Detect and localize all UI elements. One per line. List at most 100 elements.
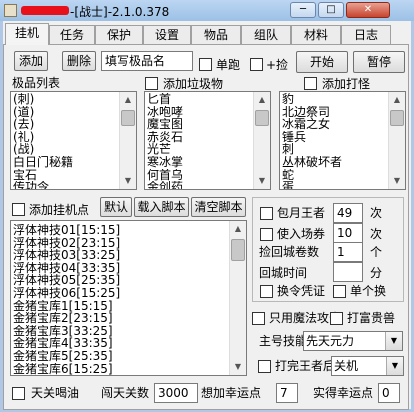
clear-script-button[interactable]: 清空脚本 [191,197,246,217]
list-item[interactable]: 刺 [282,143,387,156]
minimize-button[interactable]: ─ [290,2,316,18]
trash-scrollbar[interactable]: ▲ ▼ [253,92,270,189]
scroll-up-icon[interactable]: ▲ [120,92,136,108]
monster-scrollbar[interactable]: ▲ ▼ [388,92,405,189]
trash-checkbox[interactable] [145,77,158,90]
list-item[interactable]: 金猪宝库3[33:25] [13,325,228,338]
tab-protect[interactable]: 保护 [95,25,143,45]
list-item[interactable]: (礼) [13,131,118,144]
list-item[interactable]: 冰咆哮 [147,106,252,119]
scroll-thumb[interactable] [231,239,245,261]
list-item[interactable]: 锤兵 [282,131,387,144]
close-button[interactable]: ✕ [346,2,390,18]
scroll-down-icon[interactable]: ▼ [120,173,136,189]
tab-log[interactable]: 日志 [341,25,391,45]
kill-king-checkbox[interactable] [258,360,271,373]
monster-checkbox[interactable] [304,77,317,90]
list-item[interactable]: 浮体神技05[25:35] [13,274,228,287]
scroll-up-icon[interactable]: ▲ [254,92,270,108]
list-item[interactable]: 寒冰掌 [147,156,252,169]
list-item[interactable]: 蛇 [282,169,387,182]
scroll-thumb[interactable] [390,110,404,126]
list-item[interactable]: 匕首 [147,93,252,106]
list-item[interactable]: 浮体神技03[33:25] [13,249,228,262]
no-potion-checkbox[interactable] [12,387,25,400]
start-button[interactable]: 开始 [296,51,348,73]
single-switch-checkbox[interactable] [333,285,346,298]
main-skill-select[interactable]: 先天元力 ▼ [303,331,403,351]
pass-days-input[interactable]: 3000 [154,383,198,403]
scroll-thumb[interactable] [121,110,135,126]
add-button[interactable]: 添加 [14,51,48,71]
list-item[interactable]: (战) [13,143,118,156]
list-item[interactable]: 魔宝图 [147,118,252,131]
list-item[interactable]: 浮体神技01[15:15] [13,224,228,237]
tab-items[interactable]: 物品 [191,25,241,45]
list-item[interactable]: 丛林破坏者 [282,156,387,169]
chevron-down-icon[interactable]: ▼ [386,357,403,375]
list-item[interactable]: 北边祭司 [282,106,387,119]
list-item[interactable]: 何首乌 [147,169,252,182]
list-item[interactable]: 金猪宝库5[25:35] [13,350,228,363]
tab-team[interactable]: 组队 [241,25,291,45]
scroll-down-icon[interactable]: ▼ [230,359,246,375]
chevron-down-icon[interactable]: ▼ [385,332,402,350]
list-item[interactable]: 浮体神技04[33:35] [13,262,228,275]
script-listbox[interactable]: 浮体神技01[15:15] 浮体神技02[23:15] 浮体神技03[33:25] 浮… [10,220,247,376]
list-item[interactable]: 金创药 [147,181,252,189]
return-time-input[interactable] [333,262,363,282]
use-ticket-input[interactable]: 10 [333,223,363,243]
use-ticket-checkbox[interactable] [260,228,273,241]
luck-input[interactable]: 7 [276,383,298,403]
list-item[interactable]: 豹 [282,93,387,106]
boss-king-input[interactable]: 49 [333,203,363,223]
tab-quest[interactable]: 任务 [49,25,95,45]
pause-button[interactable]: 暂停 [353,51,405,73]
delete-button[interactable]: 删除 [62,51,96,71]
list-item[interactable]: 精锐训练01[15:28] [13,375,228,376]
list-item[interactable]: 金猪宝库2[23:15] [13,312,228,325]
list-item[interactable]: 传功令 [13,181,118,189]
list-item[interactable]: (道) [13,106,118,119]
hangpoint-checkbox[interactable] [12,203,25,216]
scroll-down-icon[interactable]: ▼ [389,173,405,189]
maximize-button[interactable]: □ [318,2,344,18]
item-name-input[interactable]: 填写极品名 [101,51,193,71]
magic-only-checkbox[interactable] [252,312,265,325]
list-item[interactable]: (刺) [13,93,118,106]
monster-listbox[interactable]: 豹北边祭司 冰霜之女 锤兵刺丛林破坏者蛇蛋 ▲ ▼ [279,91,406,190]
tab-materials[interactable]: 材料 [291,25,341,45]
hit-noble-checkbox[interactable] [330,312,343,325]
list-item[interactable]: 白日门秘籍 [13,156,118,169]
list-item[interactable]: 浮体神技02[23:15] [13,237,228,250]
list-item[interactable]: 蛋 [282,181,387,189]
scroll-thumb[interactable] [255,110,269,126]
switch-token-checkbox[interactable] [260,285,273,298]
extreme-listbox[interactable]: (刺) (道) (去) (礼) (战) 白日门秘籍 宝石 传功令 ▲ ▼ [10,91,137,190]
tab-hangup[interactable]: 挂机 [5,23,49,45]
list-item[interactable]: 浮体神技06[15:25] [13,287,228,300]
return-scrolls-input[interactable]: 1 [333,242,363,262]
trash-listbox[interactable]: 匕首 冰咆哮 魔宝图 赤炎石 光芒 寒冰掌 何首乌 金创药 ▲ ▼ [144,91,271,190]
list-item[interactable]: (去) [13,118,118,131]
single-run-checkbox[interactable] [199,58,212,71]
scroll-up-icon[interactable]: ▲ [230,221,246,237]
list-item[interactable]: 金猪宝库1[15:15] [13,300,228,313]
list-item[interactable]: 金猪宝库6[15:25] [13,363,228,375]
default-button[interactable]: 默认 [100,197,132,217]
list-item[interactable]: 金猪宝库4[33:35] [13,337,228,350]
list-item[interactable]: 赤炎石 [147,131,252,144]
list-item[interactable]: 光芒 [147,143,252,156]
scroll-down-icon[interactable]: ▼ [254,173,270,189]
real-luck-input[interactable]: 0 [378,383,400,403]
tab-settings[interactable]: 设置 [143,25,191,45]
list-item[interactable]: 冰霜之女 [282,118,387,131]
pickup-checkbox[interactable] [250,58,263,71]
script-scrollbar[interactable]: ▲ ▼ [229,221,246,375]
kill-king-select[interactable]: 关机 ▼ [331,356,404,376]
list-item[interactable]: 宝石 [13,169,118,182]
extreme-scrollbar[interactable]: ▲ ▼ [119,92,136,189]
scroll-up-icon[interactable]: ▲ [389,92,405,108]
boss-king-checkbox[interactable] [260,207,273,220]
load-script-button[interactable]: 载入脚本 [134,197,189,217]
